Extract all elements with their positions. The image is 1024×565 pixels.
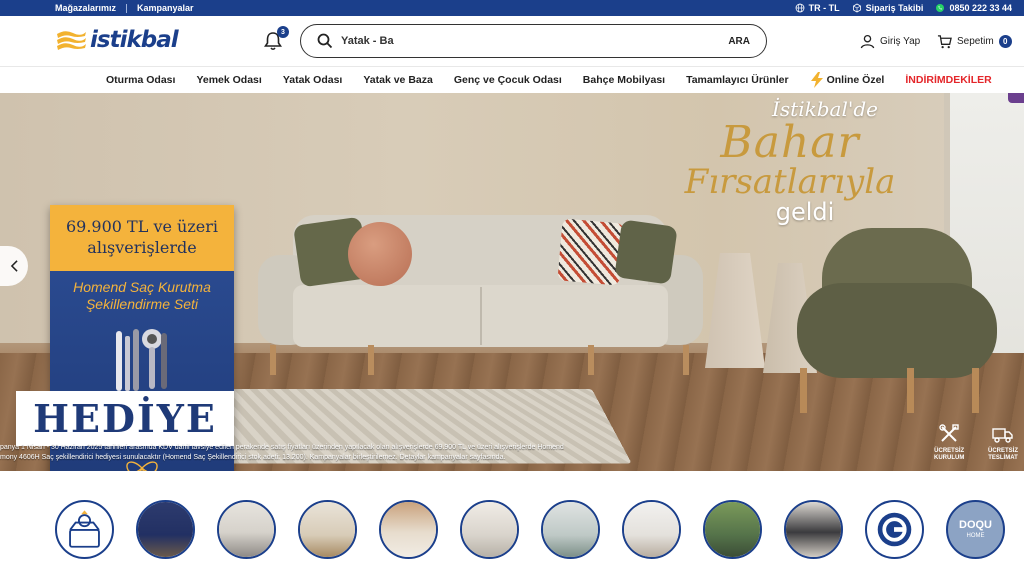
feature2-line2: TESLİMAT: [988, 454, 1018, 461]
doqu-label: DOQU: [959, 519, 992, 531]
nav-item-genc-ve-cocuk-odasi[interactable]: Genç ve Çocuk Odası: [454, 74, 562, 86]
logo-waves-icon: [57, 31, 86, 50]
pillow-patterned: [557, 218, 625, 286]
category-circle-dresser[interactable]: [379, 500, 438, 559]
brand-g-logo-icon: [877, 512, 912, 547]
login-label: Giriş Yap: [880, 36, 921, 47]
doqu-sub-label: HOME: [966, 533, 985, 539]
campaigns-link[interactable]: Kampanyalar: [137, 3, 194, 13]
order-tracking-label: Sipariş Takibi: [865, 3, 924, 13]
promo-threshold: 69.900 TL ve üzeri alışverişlerde: [50, 205, 234, 271]
category-circle-tv-unit[interactable]: [298, 500, 357, 559]
promo-sub-line2: Şekillendirme Seti: [85, 295, 199, 312]
login-button[interactable]: Giriş Yap: [860, 34, 920, 49]
cart-button[interactable]: Sepetim 0: [937, 34, 1012, 49]
notification-badge: 3: [277, 26, 289, 38]
language-label: TR - TL: [808, 3, 840, 13]
search-button[interactable]: ARA: [728, 36, 750, 47]
category-circle-kids-room[interactable]: [622, 500, 681, 559]
chevron-left-icon: [10, 260, 18, 272]
order-tracking-link[interactable]: Sipariş Takibi: [852, 3, 924, 13]
category-circle-sofa-blue[interactable]: [136, 500, 195, 559]
cart-count-badge: 0: [998, 35, 1012, 48]
phone-link[interactable]: 0850 222 33 44: [935, 3, 1012, 13]
category-circles: DOQU HOME: [0, 471, 1024, 565]
hero-banner[interactable]: İstikbal'de Bahar Fırsatlarıyla geldi 69…: [0, 93, 1024, 471]
category-circle-ring[interactable]: [55, 500, 114, 559]
category-circle-brand-g[interactable]: [865, 500, 924, 559]
promo-top-line2: alışverişlerde: [87, 238, 197, 257]
nav-item-indirimdekiler[interactable]: İNDİRİMDEKİLER: [905, 74, 991, 86]
nav-item-yatak-ve-baza[interactable]: Yatak ve Baza: [363, 74, 432, 86]
search-bar: ARA: [300, 24, 767, 58]
feature1-line1: ÜCRETSİZ: [934, 448, 965, 454]
promo-top-line1: 69.900 TL ve üzeri: [65, 217, 218, 237]
truck-icon: [992, 428, 1013, 443]
feature1-line2: KURULUM: [934, 454, 965, 461]
phone-number: 0850 222 33 44: [949, 3, 1012, 13]
hero-title-line2: Bahar: [720, 117, 860, 168]
hero-title-line4: geldi: [775, 198, 835, 226]
promo-sub-line1: Homend Saç Kurutma: [73, 279, 211, 295]
whatsapp-icon: [936, 4, 945, 12]
box-icon: [852, 3, 861, 13]
feature2-line1: ÜCRETSİZ: [988, 448, 1018, 454]
user-icon: [860, 34, 875, 49]
site-header: istikbal 3 ARA Giriş Yap Sepetim 0: [0, 16, 1024, 66]
nav-item-tamamlayici-urunler[interactable]: Tamamlayıcı Ürünler: [686, 74, 789, 86]
pillow-green-2: [614, 219, 678, 285]
nav-item-online-ozel-label: Online Özel: [826, 74, 885, 86]
ring-box-icon: [69, 510, 100, 548]
nav-item-online-ozel[interactable]: Online Özel: [810, 72, 885, 88]
nav-item-yemek-odasi[interactable]: Yemek Odası: [196, 74, 261, 86]
category-circle-doqu-home[interactable]: DOQU HOME: [946, 500, 1005, 559]
category-circle-garden[interactable]: [703, 500, 762, 559]
notifications-button[interactable]: 3: [262, 26, 289, 52]
language-selector[interactable]: TR - TL: [795, 3, 840, 13]
lightning-icon: [810, 72, 823, 88]
category-circle-tv-stand[interactable]: [784, 500, 843, 559]
free-installation-badge: ÜCRETSİZ KURULUM: [934, 423, 964, 461]
nav-item-oturma-odasi[interactable]: Oturma Odası: [106, 74, 175, 86]
promo-body: Homend Saç Kurutma Şekillendirme Seti HE…: [16, 271, 234, 471]
category-circle-corner-sofa[interactable]: [217, 500, 276, 559]
gift-promo-card[interactable]: 69.900 TL ve üzeri alışverişlerde Homend…: [16, 205, 234, 471]
tools-icon: [939, 424, 959, 442]
promo-gift-label: HEDİYE: [16, 391, 234, 446]
category-circle-dining-chair[interactable]: [541, 500, 600, 559]
globe-icon: [795, 3, 804, 13]
pillow-round: [348, 222, 412, 286]
cart-label: Sepetim: [957, 36, 994, 47]
logo-text: istikbal: [90, 27, 179, 53]
category-nav: Oturma Odası Yemek Odası Yatak Odası Yat…: [0, 66, 1024, 93]
promo-product-name: Homend Saç Kurutma Şekillendirme Seti: [50, 279, 234, 313]
stores-link[interactable]: Mağazalarımız: [55, 3, 116, 13]
cart-icon: [937, 35, 952, 49]
nav-item-bahce-mobilyasi[interactable]: Bahçe Mobilyası: [583, 74, 665, 86]
search-icon: [317, 33, 333, 49]
divider: [126, 3, 128, 13]
istikbal-logo[interactable]: istikbal: [55, 27, 179, 53]
category-circle-mattress[interactable]: [460, 500, 519, 559]
disclaimer-line1: panya 1 Nisan - 30 Haziran 2025 tarihler…: [0, 444, 564, 451]
disclaimer-line2: mony 4606H Saç şekillendirici hediyesi s…: [0, 454, 506, 462]
side-tab[interactable]: [1008, 93, 1024, 103]
search-input[interactable]: [341, 35, 729, 47]
nav-item-yatak-odasi[interactable]: Yatak Odası: [283, 74, 343, 86]
doqu-logo: DOQU HOME: [948, 502, 1003, 557]
hero-title-line3: Fırsatlarıyla: [684, 162, 896, 202]
campaign-disclaimer: panya 1 Nisan - 30 Haziran 2025 tarihler…: [0, 443, 720, 463]
hero-headline: İstikbal'de Bahar Fırsatlarıyla geldi: [660, 93, 920, 225]
top-bar: Mağazalarımız Kampanyalar TR - TL Sipari…: [0, 0, 1024, 16]
hero-armchair: [792, 228, 1002, 418]
free-delivery-badge: ÜCRETSİZ TESLİMAT: [988, 423, 1018, 461]
